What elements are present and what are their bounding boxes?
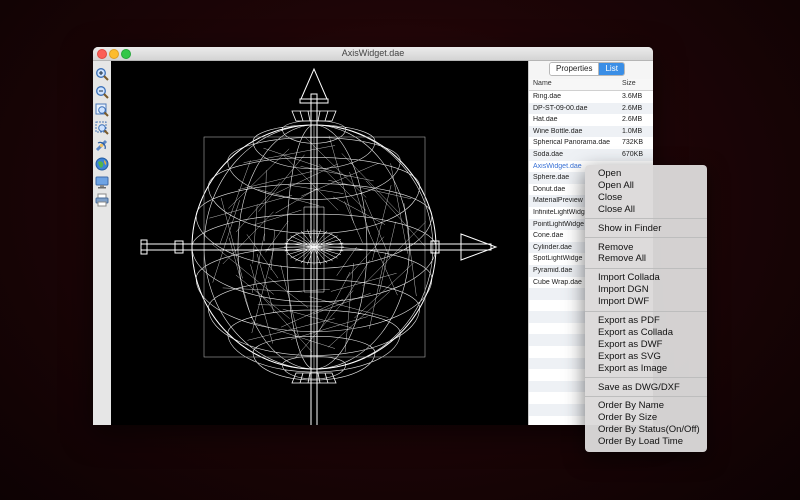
file-size: 2.6MB <box>622 116 643 124</box>
menu-item-order-by-size[interactable]: Order By Size <box>598 412 657 424</box>
axis-widget-wireframe <box>140 67 498 425</box>
window-title: AxisWidget.dae <box>341 48 405 58</box>
file-name: Hat.dae <box>533 116 558 124</box>
menu-separator <box>585 310 707 312</box>
menu-item-save-as-dwg-dxf[interactable]: Save as DWG/DXF <box>598 382 680 394</box>
file-size: 1.0MB <box>622 127 643 135</box>
file-size: 670KB <box>622 150 644 158</box>
list-item[interactable]: Ring.dae 3.6MB <box>529 91 653 103</box>
print-icon[interactable] <box>95 193 109 207</box>
file-name: Ring.dae <box>533 93 562 100</box>
menu-item-import-dwf[interactable]: Import DWF <box>598 296 649 308</box>
left-toolbar <box>93 61 112 425</box>
panel-tab-switcher: Properties List <box>549 62 625 76</box>
menu-separator <box>585 267 707 269</box>
3d-viewport[interactable] <box>111 61 528 425</box>
context-menu: Open Open All Close Close All Show in Finder… <box>585 165 707 452</box>
menu-item-remove[interactable]: Remove <box>598 242 633 254</box>
zoom-selection-icon[interactable] <box>95 121 109 135</box>
list-item[interactable]: Hat.dae 2.6MB <box>529 114 653 126</box>
file-size: 732KB <box>622 139 644 147</box>
list-item[interactable]: Soda.dae 670KB <box>529 148 653 161</box>
column-header-size[interactable]: Size <box>622 80 636 87</box>
menu-item-order-by-status-on-off[interactable]: Order By Status(On/Off) <box>598 424 700 436</box>
menu-separator <box>585 395 707 397</box>
menu-item-import-dgn[interactable]: Import DGN <box>598 284 649 296</box>
list-item[interactable]: DP-ST-09-00.dae 2.6MB <box>529 102 653 115</box>
menu-item-show-in-finder[interactable]: Show in Finder <box>598 223 661 235</box>
menu-item-order-by-load-time[interactable]: Order By Load Time <box>598 436 683 448</box>
column-header-name[interactable]: Name <box>533 80 552 87</box>
tab-properties[interactable]: Properties <box>550 63 600 75</box>
file-name: Soda.dae <box>533 150 563 158</box>
zoom-out-icon[interactable] <box>95 85 109 99</box>
file-list-header: Name Size <box>529 79 653 91</box>
menu-item-close[interactable]: Close <box>598 192 622 204</box>
globe-icon[interactable] <box>95 157 109 171</box>
file-name: Wine Bottle.dae <box>533 127 583 135</box>
list-item[interactable]: Wine Bottle.dae 1.0MB <box>529 125 653 138</box>
menu-separator <box>585 377 707 378</box>
app-window: AxisWidget.dae Properties List Name Size… <box>93 47 653 425</box>
title-bar[interactable]: AxisWidget.dae <box>93 47 653 61</box>
zoom-fit-icon[interactable] <box>95 103 109 117</box>
monitor-icon[interactable] <box>95 175 109 189</box>
menu-item-export-as-svg[interactable]: Export as SVG <box>598 351 661 363</box>
menu-item-export-as-image[interactable]: Export as Image <box>598 363 667 375</box>
menu-separator <box>585 218 707 220</box>
menu-separator <box>585 237 707 238</box>
menu-item-open[interactable]: Open <box>598 168 621 180</box>
file-name: Spherical Panorama.dae <box>533 139 611 147</box>
menu-item-order-by-name[interactable]: Order By Name <box>598 400 664 412</box>
menu-item-export-as-dwf[interactable]: Export as DWF <box>598 339 662 351</box>
menu-item-open-all[interactable]: Open All <box>598 180 634 192</box>
menu-item-export-as-collada[interactable]: Export as Collada <box>598 327 673 339</box>
menu-item-remove-all[interactable]: Remove All <box>598 253 646 265</box>
file-size: 2.6MB <box>622 104 643 112</box>
tab-list[interactable]: List <box>599 63 624 75</box>
zoom-in-icon[interactable] <box>95 67 109 81</box>
menu-item-import-collada[interactable]: Import Collada <box>598 272 660 284</box>
file-size: 3.6MB <box>622 93 643 100</box>
menu-item-close-all[interactable]: Close All <box>598 204 635 216</box>
file-name: DP-ST-09-00.dae <box>533 104 588 112</box>
rotate-icon[interactable] <box>95 139 109 153</box>
list-item[interactable]: Spherical Panorama.dae 732KB <box>529 137 653 149</box>
menu-item-export-as-pdf[interactable]: Export as PDF <box>598 315 660 327</box>
